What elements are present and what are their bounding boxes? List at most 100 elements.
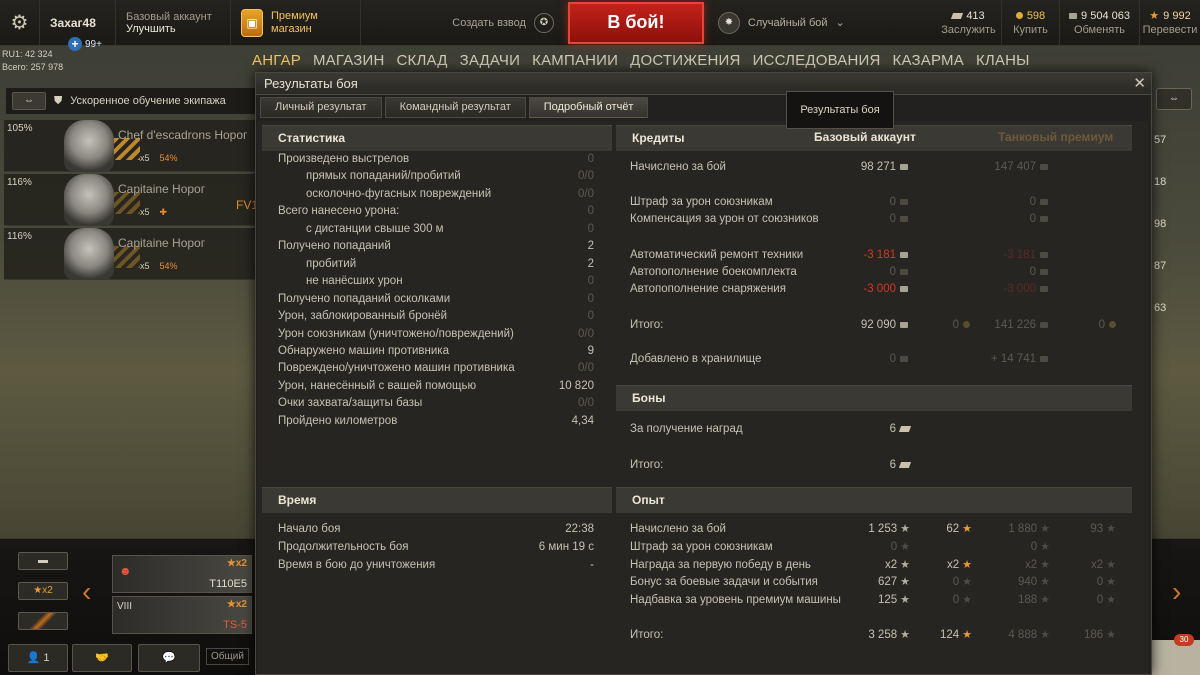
- xp-basic-value: 3 258 ★: [868, 629, 910, 641]
- chat-channel[interactable]: Общий: [206, 648, 249, 665]
- stat-value: 0: [587, 275, 594, 287]
- bond-value: 6: [890, 457, 912, 474]
- gold-currency[interactable]: 598 Купить: [1002, 0, 1060, 45]
- nav-barracks[interactable]: КАЗАРМА: [893, 52, 964, 69]
- bonds-currency[interactable]: 413 Заслужить: [936, 0, 1002, 45]
- tank-card[interactable]: ☻ ★x2 T110E5: [112, 555, 252, 593]
- nav-missions[interactable]: ЗАДАЧИ: [460, 52, 521, 69]
- xp-row: Награда за первую победу в день x2 ★ x2 ★ x2 ★…: [630, 557, 1130, 574]
- crew-skill-2: 54%: [159, 261, 178, 271]
- accelerated-training-icon[interactable]: ⛊: [54, 95, 62, 108]
- free-xp-value: 9 992: [1163, 9, 1191, 22]
- crew-member[interactable]: 116% Capitaine Норог x5 ✚: [4, 174, 256, 226]
- carousel-right-arrow-icon[interactable]: ›: [1172, 576, 1181, 608]
- nav-hangar[interactable]: АНГАР: [252, 52, 301, 69]
- filter-premium-button[interactable]: [18, 612, 68, 630]
- credit-basic-value: 0: [890, 351, 908, 368]
- nav-depot[interactable]: СКЛАД: [397, 52, 448, 69]
- tab-team[interactable]: Командный результат: [384, 97, 526, 118]
- crew-member[interactable]: 116% Capitaine Норог x5 54%: [4, 228, 256, 280]
- credit-label: Штраф за урон союзникам: [630, 196, 773, 208]
- credit-row: Компенсация за урон от союзников 0 0: [630, 211, 1130, 228]
- dialog-title: Результаты боя: [256, 73, 1151, 95]
- stat-value: 0: [587, 293, 594, 305]
- credits-icon: [900, 285, 908, 292]
- xp-row: Бонус за боевые задачи и события 627 ★ 0 ★ 94…: [630, 574, 1130, 591]
- platoon-icon: ✪: [533, 12, 554, 33]
- bonds-header: Боны: [616, 385, 1132, 411]
- carousel-left-arrow-icon[interactable]: ‹: [82, 576, 91, 608]
- settings-gear-icon[interactable]: ⚙: [0, 0, 40, 45]
- nav-shop[interactable]: МАГАЗИН: [313, 52, 385, 69]
- create-platoon-button[interactable]: Создать взвод ✪: [452, 12, 554, 33]
- gold-icon: [1015, 12, 1023, 19]
- gold-icon: [1109, 321, 1116, 329]
- credit-basic-value: 92 090: [861, 317, 908, 334]
- nav-achievements[interactable]: ДОСТИЖЕНИЯ: [630, 52, 740, 69]
- chat-icon[interactable]: 💬: [138, 644, 200, 672]
- xp-star-icon: ★: [900, 576, 910, 588]
- person-icon: 👤: [26, 652, 41, 664]
- nav-campaigns[interactable]: КАМПАНИИ: [532, 52, 618, 69]
- account-status[interactable]: Базовый аккаунт Улучшить: [116, 0, 231, 45]
- xp-premium-value: x2 ★: [1024, 559, 1050, 571]
- stat-label: Всего нанесено урона:: [278, 205, 400, 217]
- bonds-icon: [898, 425, 912, 432]
- notif-count: 30: [1174, 634, 1194, 646]
- stat-value: 0: [587, 223, 594, 235]
- credit-basic-value: 0: [890, 194, 908, 211]
- crew-toggle-icon[interactable]: ⇔: [12, 92, 46, 110]
- right-value: 18: [1154, 176, 1167, 188]
- filter-x2-button[interactable]: ★x2: [18, 582, 68, 600]
- xp-header: Опыт: [616, 487, 1132, 513]
- credits-icon: [1040, 321, 1048, 328]
- notification-button[interactable]: 30: [1150, 634, 1200, 675]
- credit-premium-value: 0: [1030, 211, 1048, 228]
- filter-tank-button[interactable]: ▬: [18, 552, 68, 570]
- tab-personal[interactable]: Личный результат: [260, 97, 382, 118]
- close-icon[interactable]: ✕: [1133, 74, 1146, 92]
- tank-card[interactable]: VIII ★x2 TS-5: [112, 596, 252, 634]
- free-xp-icon: ★: [1149, 10, 1160, 22]
- xp-premium-value: 0 ★: [1030, 541, 1050, 553]
- credits-icon: [1040, 355, 1048, 362]
- player-count-button[interactable]: 👤 1: [8, 644, 68, 672]
- crew-portrait: [64, 120, 114, 172]
- credit-label: Автопополнение снаряжения: [630, 283, 786, 295]
- stat-label: Повреждено/уничтожено машин противника: [278, 362, 515, 374]
- battle-button[interactable]: В бой!: [567, 1, 704, 44]
- create-platoon-label: Создать взвод: [452, 16, 526, 29]
- free-xp-currency[interactable]: ★ 9 992 Перевести: [1140, 0, 1200, 45]
- random-battle-icon: ✸: [717, 11, 740, 34]
- nav-research[interactable]: ИССЛЕДОВАНИЯ: [753, 52, 881, 69]
- battle-mode-select[interactable]: ✸ Случайный бой ⌄: [717, 11, 845, 34]
- stat-label: Урон, заблокированный бронёй: [278, 310, 448, 322]
- nav-clans[interactable]: КЛАНЫ: [976, 52, 1030, 69]
- server-online-line2: Всего: 257 978: [2, 62, 64, 72]
- battle-controls: Создать взвод ✪ В бой! ✸ Случайный бой ⌄: [361, 0, 936, 45]
- tab-detailed[interactable]: Подробный отчёт: [528, 97, 649, 118]
- xp-basic-free-value: x2 ★: [946, 559, 972, 571]
- credits-title: Кредиты: [632, 131, 685, 145]
- bonds-value: 413: [966, 9, 985, 22]
- premium-label-2: магазин: [271, 22, 312, 35]
- stat-label: прямых попаданий/пробитий: [306, 170, 461, 182]
- bonds-label: Заслужить: [941, 23, 996, 36]
- stat-row: Пройдено километров 4,34: [278, 413, 594, 430]
- credit-basic-gold: 0: [953, 317, 970, 334]
- time-value: 6 мин 19 с: [538, 541, 594, 553]
- credits-currency[interactable]: 9 504 063 Обменять: [1060, 0, 1140, 45]
- premium-shop-button[interactable]: ▣ Премиум магазин: [231, 0, 361, 45]
- handshake-icon[interactable]: 🤝: [72, 644, 132, 672]
- account-type: Базовый аккаунт: [126, 10, 212, 23]
- credit-row: Начислено за бой 98 271 147 407: [630, 159, 1130, 176]
- xp-row: Надбавка за уровень премиум машины 125 ★ 0 ★…: [630, 592, 1130, 609]
- stat-row: пробитий 2: [278, 256, 594, 273]
- upgrade-link[interactable]: Улучшить: [126, 23, 220, 35]
- crew-member[interactable]: 105% Chef d'escadrons Норог x5 54%: [4, 120, 256, 172]
- xp-premium-free-value: 0 ★: [1096, 594, 1116, 606]
- notifications-badge[interactable]: + 99+: [68, 37, 102, 51]
- stat-row: Обнаружено машин противника 9: [278, 343, 594, 360]
- gold-icon: [963, 321, 970, 329]
- right-value: 63: [1154, 302, 1167, 314]
